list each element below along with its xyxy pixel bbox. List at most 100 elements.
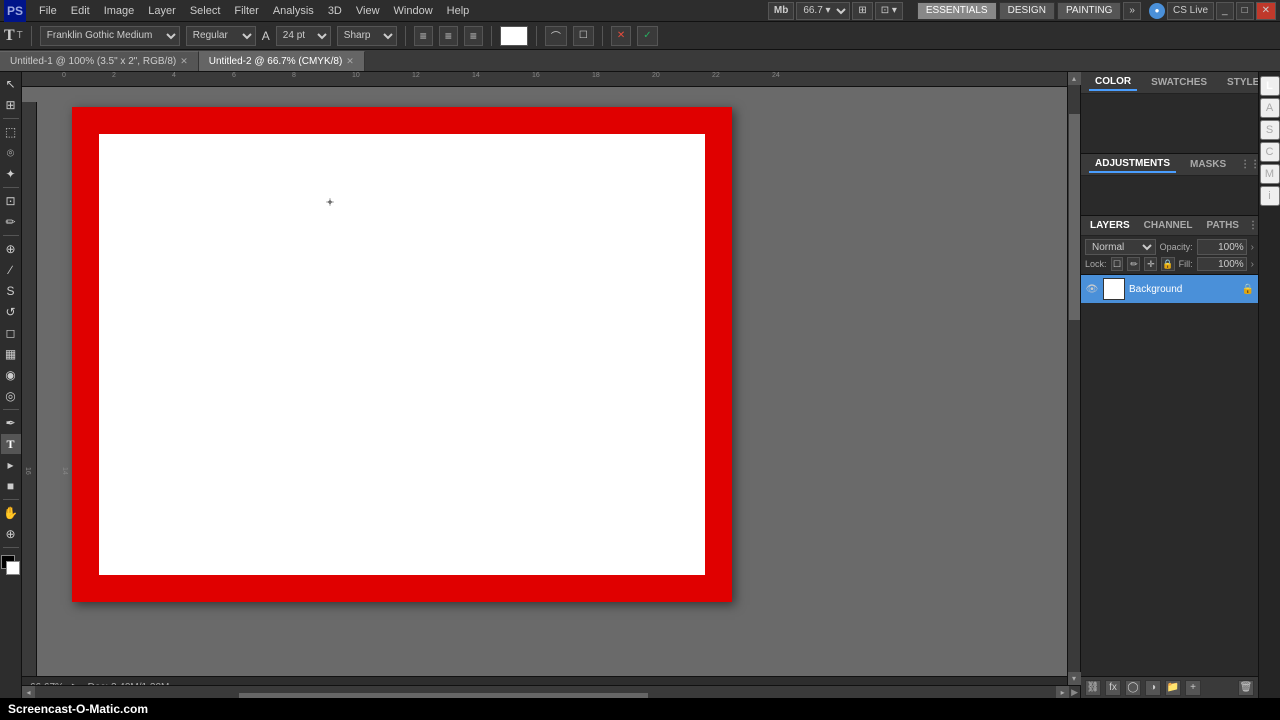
tab-swatches[interactable]: SWATCHES (1145, 75, 1213, 90)
tab-adjustments[interactable]: ADJUSTMENTS (1089, 156, 1176, 173)
tab-1-close[interactable]: ✕ (346, 56, 354, 67)
anti-alias-select[interactable]: Sharp (337, 26, 397, 46)
layers-panel-expand[interactable]: ⋮⋮ (1248, 220, 1258, 231)
lock-image-btn[interactable]: ✏ (1127, 257, 1140, 271)
pen-tool-btn[interactable]: ✒ (1, 413, 21, 433)
hand-tool-btn[interactable]: ✋ (1, 503, 21, 523)
lock-position-btn[interactable]: ✛ (1144, 257, 1157, 271)
fill-input[interactable] (1197, 257, 1247, 271)
panel-icon-info[interactable]: i (1260, 186, 1280, 206)
menu-view[interactable]: View (349, 3, 387, 19)
shape-tool-btn[interactable]: ■ (1, 476, 21, 496)
move-tool-btn[interactable]: ↖ (1, 74, 21, 94)
menu-layer[interactable]: Layer (141, 3, 183, 19)
panel-icon-adjustments[interactable]: A (1260, 98, 1280, 118)
fill-chevron[interactable]: › (1251, 259, 1254, 270)
link-layers-btn[interactable]: ⛓ (1085, 680, 1101, 696)
font-family-select[interactable]: Franklin Gothic Medium (40, 26, 180, 46)
cancel-edit-btn[interactable]: ✕ (611, 26, 631, 46)
menu-select[interactable]: Select (183, 3, 228, 19)
arrange-windows-btn[interactable]: ⊞ (852, 2, 872, 20)
crop-tool-btn[interactable]: ⊡ (1, 191, 21, 211)
v-scroll-up-btn[interactable]: ▴ (1068, 72, 1081, 85)
dodge-btn[interactable]: ◎ (1, 386, 21, 406)
v-scroll-thumb[interactable] (1069, 114, 1080, 319)
align-right-btn[interactable]: ≡ (464, 26, 483, 46)
lasso-tool-btn[interactable]: ⌾ (1, 143, 21, 163)
new-layer-btn[interactable]: + (1185, 680, 1201, 696)
history-brush-btn[interactable]: ↺ (1, 302, 21, 322)
blur-btn[interactable]: ◉ (1, 365, 21, 385)
document-canvas[interactable] (72, 107, 732, 602)
menu-filter[interactable]: Filter (227, 3, 265, 19)
add-mask-btn[interactable]: ◯ (1125, 680, 1141, 696)
font-style-select[interactable]: Regular (186, 26, 256, 46)
scroll-arrow[interactable]: ▶ (1071, 687, 1078, 698)
panel-icon-styles[interactable]: S (1260, 120, 1280, 140)
layer-visibility-eye[interactable]: 👁 (1085, 282, 1099, 296)
tab-0[interactable]: Untitled-1 @ 100% (3.5" x 2", RGB/8) ✕ (0, 51, 199, 71)
menu-image[interactable]: Image (97, 3, 142, 19)
close-btn[interactable]: ✕ (1256, 2, 1276, 20)
text-color-swatch[interactable] (500, 26, 528, 46)
menu-help[interactable]: Help (440, 3, 477, 19)
maximize-btn[interactable]: □ (1236, 2, 1254, 20)
lock-all-btn[interactable]: 🔒 (1161, 257, 1174, 271)
canvas-size-select[interactable]: 66.7 ▾ (796, 2, 850, 20)
h-scroll-right-btn[interactable]: ▸ (1056, 686, 1069, 699)
screen-mode-btn[interactable]: ⊡ ▾ (875, 2, 903, 20)
mode-button[interactable]: Mb (768, 2, 794, 20)
align-left-btn[interactable]: ≡ (414, 26, 433, 46)
tab-0-close[interactable]: ✕ (180, 56, 188, 67)
commit-edit-btn[interactable]: ✓ (637, 26, 657, 46)
essentials-btn[interactable]: ESSENTIALS (917, 2, 997, 20)
h-scroll-left-btn[interactable]: ◂ (22, 686, 35, 699)
adj-panel-expand[interactable]: ⋮⋮ (1240, 159, 1258, 170)
tab-layers[interactable]: LAYERS (1085, 219, 1135, 232)
tab-styles[interactable]: STYLES (1221, 75, 1258, 90)
magic-wand-btn[interactable]: ✦ (1, 164, 21, 184)
expand-workspaces-btn[interactable]: » (1123, 2, 1141, 20)
menu-file[interactable]: File (32, 3, 64, 19)
design-btn[interactable]: DESIGN (999, 2, 1055, 20)
add-style-btn[interactable]: fx (1105, 680, 1121, 696)
panel-icon-masks[interactable]: M (1260, 164, 1280, 184)
vertical-scrollbar[interactable]: ▴ ▾ (1067, 72, 1080, 685)
minimize-btn[interactable]: _ (1216, 2, 1234, 20)
lock-transparent-btn[interactable]: ☐ (1111, 257, 1124, 271)
painting-btn[interactable]: PAINTING (1057, 2, 1121, 20)
clone-stamp-btn[interactable]: S (1, 281, 21, 301)
tab-masks[interactable]: MASKS (1184, 157, 1232, 172)
align-center-btn[interactable]: ≡ (439, 26, 458, 46)
horizontal-scrollbar[interactable]: ◂ ▸ ▶ (22, 685, 1080, 698)
menu-edit[interactable]: Edit (64, 3, 97, 19)
tab-channels[interactable]: CHANNEL (1139, 219, 1198, 232)
font-size-select[interactable]: 24 pt (276, 26, 331, 46)
layer-background-row[interactable]: 👁 Background 🔒 (1081, 275, 1258, 303)
tab-paths[interactable]: PATHS (1202, 219, 1244, 232)
artboard-tool-btn[interactable]: ⊞ (1, 95, 21, 115)
tab-color[interactable]: COLOR (1089, 74, 1137, 91)
v-scroll-down-btn[interactable]: ▾ (1068, 672, 1081, 685)
menu-3d[interactable]: 3D (321, 3, 349, 19)
background-color[interactable] (6, 561, 20, 575)
brush-tool-btn[interactable]: ∕ (1, 260, 21, 280)
opacity-chevron[interactable]: › (1251, 242, 1254, 253)
eraser-btn[interactable]: ◻ (1, 323, 21, 343)
eyedropper-btn[interactable]: ✏ (1, 212, 21, 232)
opacity-input[interactable] (1197, 239, 1247, 255)
type-tool-btn[interactable]: T (1, 434, 21, 454)
panel-icon-layers[interactable]: L (1260, 76, 1280, 96)
tab-1[interactable]: Untitled-2 @ 66.7% (CMYK/8) ✕ (199, 51, 365, 71)
cs-live-btn[interactable]: CS Live (1167, 2, 1214, 20)
warp-text-btn[interactable]: ⌒ (545, 26, 567, 46)
blend-mode-select[interactable]: Normal (1085, 239, 1156, 255)
delete-layer-btn[interactable]: 🗑 (1238, 680, 1254, 696)
zoom-tool-btn[interactable]: ⊕ (1, 524, 21, 544)
new-group-btn[interactable]: 📁 (1165, 680, 1181, 696)
path-selection-btn[interactable]: ▸ (1, 455, 21, 475)
menu-analysis[interactable]: Analysis (266, 3, 321, 19)
marquee-tool-btn[interactable]: ⬚ (1, 122, 21, 142)
menu-window[interactable]: Window (387, 3, 440, 19)
adjustment-layer-btn[interactable]: ◑ (1145, 680, 1161, 696)
